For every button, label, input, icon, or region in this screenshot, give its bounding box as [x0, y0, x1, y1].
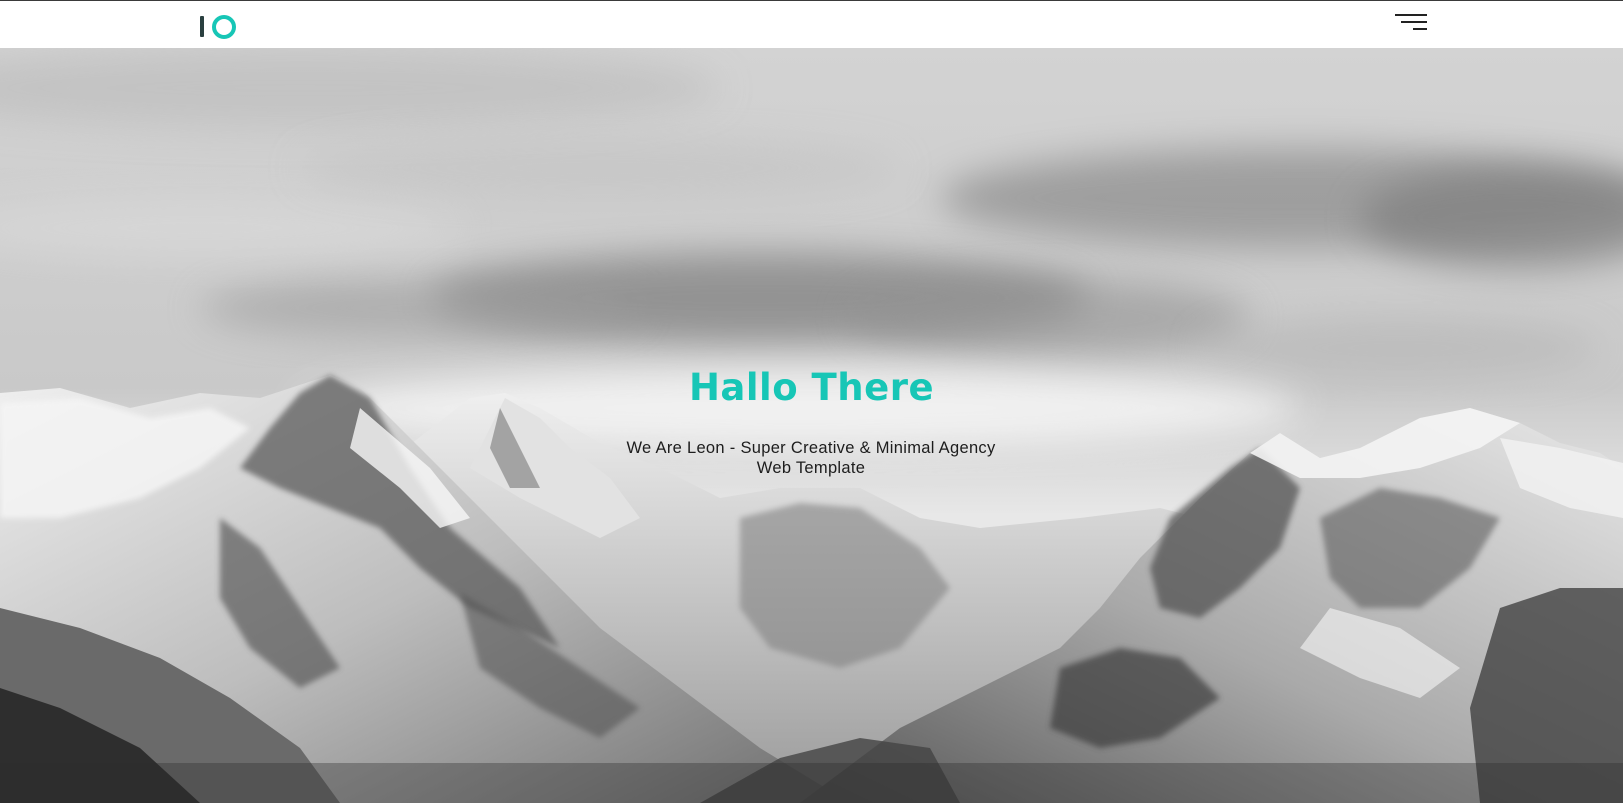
hero-section: Hallo There We Are Leon - Super Creative…: [0, 48, 1623, 803]
menu-line-top: [1395, 14, 1427, 16]
menu-line-middle: [1401, 21, 1427, 23]
site-header: [0, 0, 1623, 48]
page: Hallo There We Are Leon - Super Creative…: [0, 0, 1623, 803]
logo-ring-icon: [212, 15, 236, 39]
hamburger-menu-icon[interactable]: [1390, 11, 1430, 35]
logo-bar-icon: [200, 16, 204, 37]
menu-line-bottom: [1413, 28, 1427, 30]
mountain-background-image: [0, 48, 1623, 803]
site-logo[interactable]: [198, 14, 238, 39]
hero-subtitle: We Are Leon - Super Creative & Minimal A…: [626, 439, 996, 477]
hero-title: Hallo There: [688, 366, 935, 409]
